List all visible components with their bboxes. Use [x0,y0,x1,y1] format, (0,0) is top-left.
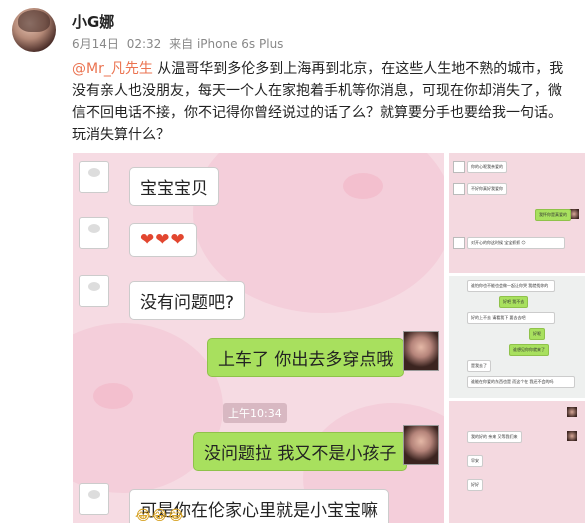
mini-avatar [453,161,465,173]
mini-bubble: 早安 [467,455,483,467]
chat-bubble-right: 没问题拉 我又不是小孩子 [193,432,408,471]
bow-shape [343,173,383,199]
chat-bubble-left: 没有问题吧? [129,281,246,320]
sender-photo [403,331,439,371]
username[interactable]: 小G娜 [72,11,114,32]
mini-bubble: 谁怕你也不能也会做一起让你哭 我就找你的 [467,280,555,292]
mini-photo [567,431,577,441]
thumbnail-3[interactable]: 我的好的 亲来 又等我们来 早安 好好 [449,401,585,523]
mini-bubble: 对开心的你这时候 宝宝抓抓 😊 [467,237,565,249]
chat-timestamp: 上午10:34 [223,403,287,423]
mini-bubble: 好吧 我不去 [499,296,529,308]
image-gallery: 宝宝宝贝 ❤❤❤ 没有问题吧? 上车了 你出去多穿点哦 上午10:34 没问题拉… [73,153,585,523]
contact-avatar [79,161,109,193]
mini-bubble: 是我去了 [467,360,491,372]
mini-photo [567,407,577,417]
mini-bubble: 好好 [467,479,483,491]
chat-bubble-left: ❤❤❤ [129,223,197,257]
emoji-row: 😂😂😂 [135,508,185,523]
contact-avatar [79,217,109,249]
mini-bubble: 好的上不去 请看我下 要去去吧 [467,312,555,324]
chat-bubble-left: 宝宝宝贝 [129,167,219,206]
bow-shape [93,383,133,409]
thumbnail-2[interactable]: 谁怕你也不能也会做一起让你哭 我就找你的 好吧 我不去 好的上不去 请看我下 要… [449,276,585,398]
thumbnail-1[interactable]: 你的心呢我亲爱的 不好你真好我爱你 我怀你是真爱的 对开心的你这时候 宝宝抓抓 … [449,153,585,273]
mini-bubble: 谁能在你爱的东西也是 而这个在 我还不会的吗 [467,376,575,388]
post-meta: 6月14日 02:32 来自 iPhone 6s Plus [72,35,287,52]
mini-avatar [453,183,465,195]
mini-bubble: 你的心呢我亲爱的 [467,161,507,173]
mini-bubble: 不好你真好我爱你 [467,183,507,195]
contact-avatar [79,483,109,515]
user-avatar[interactable] [12,8,56,52]
sender-photo [403,425,439,465]
mini-bubble: 好呢 [529,328,545,340]
mini-avatar [453,237,465,249]
post-text: @Mr_凡先生 从温哥华到多伦多到上海再到北京，在这些人生地不熟的城市，我没有亲… [72,58,572,146]
mini-bubble: 谁想见你你就来了 [509,344,549,356]
post-source: 来自 iPhone 6s Plus [169,37,284,51]
post-date: 6月14日 [72,37,119,51]
mention-link[interactable]: @Mr_凡先生 [72,61,153,77]
main-chat-screenshot[interactable]: 宝宝宝贝 ❤❤❤ 没有问题吧? 上车了 你出去多穿点哦 上午10:34 没问题拉… [73,153,444,523]
mini-bubble: 我的好的 亲来 又等我们来 [467,431,522,443]
mini-bubble: 我怀你是真爱的 [535,209,571,221]
contact-avatar [79,275,109,307]
post-time: 02:32 [126,37,162,51]
chat-bubble-right: 上车了 你出去多穿点哦 [207,338,405,377]
